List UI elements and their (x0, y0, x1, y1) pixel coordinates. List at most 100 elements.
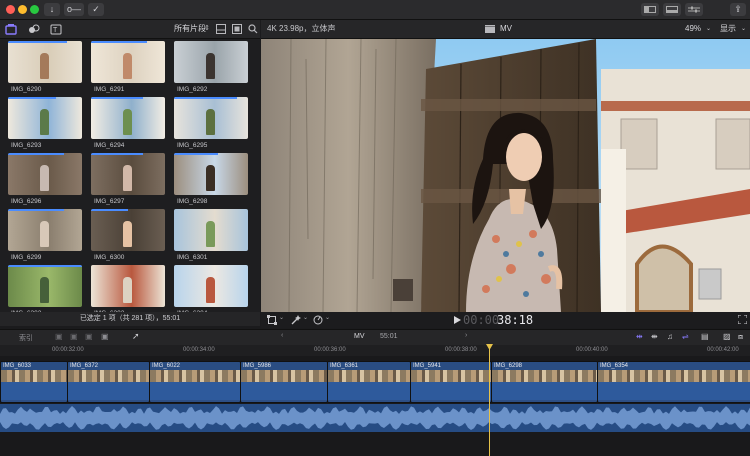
photos-audio-icon[interactable] (28, 23, 40, 35)
chevron-updown-icon[interactable]: ⇕ (204, 20, 210, 38)
transitions-browser-icon[interactable]: ⧈ (738, 332, 743, 342)
clip-thumbnail[interactable] (91, 209, 165, 251)
inspector-toggle[interactable] (685, 3, 703, 16)
browser-clip[interactable]: IMG_6290 (8, 41, 82, 93)
sliders-icon (688, 6, 700, 13)
timeline-clip[interactable]: IMG_6298 (491, 361, 598, 403)
clip-thumbnail[interactable] (91, 153, 165, 195)
layout-browser-toggle[interactable] (641, 3, 659, 16)
effects-browser-icon[interactable]: ▨ (723, 332, 731, 341)
connect-clip-icon[interactable]: ▣ (55, 332, 63, 341)
timeline-area[interactable]: IMG_6033 IMG_6372 IMG_6022 IMG_5986 IMG_… (0, 344, 750, 456)
clip-thumbnail[interactable] (174, 153, 248, 195)
select-tool-icon[interactable]: ➚ (132, 331, 140, 342)
clip-thumbnail[interactable] (91, 265, 165, 307)
clip-thumbnail[interactable] (174, 265, 248, 307)
clip-thumbnail[interactable] (8, 153, 82, 195)
browser-clip[interactable]: IMG_6301 (174, 209, 248, 261)
play-icon[interactable] (454, 316, 461, 324)
ruler-tick-label: 00:00:36:00 (314, 347, 346, 353)
speed-gauge-icon[interactable] (313, 315, 323, 325)
timeline-ruler[interactable]: 00:00:32:00 00:00:34:00 00:00:36:00 00:0… (0, 345, 750, 356)
ruler-tick-label: 00:00:32:00 (52, 347, 84, 353)
clip-thumbnail[interactable] (8, 41, 82, 83)
close-window-button[interactable] (6, 5, 15, 14)
magic-wand-icon[interactable] (291, 315, 301, 325)
usage-bar (174, 153, 219, 155)
chevron-down-icon: ⌄ (279, 315, 285, 321)
timeline-clip[interactable]: IMG_6022 (149, 361, 241, 403)
timeline-project-name[interactable]: MV (354, 333, 365, 340)
browser-clip[interactable]: IMG_6299 (8, 209, 82, 261)
clip-thumbnail[interactable] (8, 97, 82, 139)
snapping-icon[interactable]: ⇌ (682, 332, 689, 341)
titles-generators-icon[interactable]: T (50, 23, 62, 35)
playhead[interactable] (489, 345, 490, 456)
ruler-tick-label: 00:00:38:00 (445, 347, 477, 353)
timeline-clip[interactable]: IMG_5986 (240, 361, 328, 403)
library-icon[interactable] (5, 23, 17, 35)
ruler-tick-label: 00:00:34:00 (183, 347, 215, 353)
clip-appearance-icon[interactable] (216, 24, 226, 34)
clip-thumbnail[interactable] (8, 209, 82, 251)
browser-clip[interactable]: IMG_6295 (174, 97, 248, 149)
share-button[interactable]: ⇪ (730, 3, 746, 16)
browser-clip[interactable]: IMG_6300 (91, 209, 165, 261)
clip-thumbnail[interactable] (174, 97, 248, 139)
audio-waveform-track[interactable] (0, 404, 750, 432)
append-clip-icon[interactable]: ▣ (85, 332, 93, 341)
browser-clip[interactable]: IMG_6291 (91, 41, 165, 93)
fullscreen-icon[interactable] (738, 315, 747, 324)
back-icon[interactable]: ‹ (281, 332, 283, 339)
browser-clip[interactable]: IMG_6302 (8, 265, 82, 312)
timeline-clip[interactable]: IMG_6033 (0, 361, 68, 403)
svg-text:T: T (53, 27, 58, 34)
clip-filter-dropdown[interactable]: 所有片段 (174, 20, 206, 38)
clip-thumbnail[interactable] (91, 97, 165, 139)
browser-clip[interactable]: IMG_6292 (174, 41, 248, 93)
ruler-tick-label: 00:00:42:00 (707, 347, 739, 353)
overwrite-clip-icon[interactable]: ▣ (101, 332, 109, 341)
headphones-icon[interactable]: ♫ (667, 332, 673, 341)
browser-clip[interactable]: IMG_6298 (174, 153, 248, 205)
layout-timeline-toggle[interactable] (663, 3, 681, 16)
keywords-button[interactable]: o— (64, 3, 84, 16)
browser-layout-icon (644, 6, 656, 13)
viewer-toolbar: 4K 23.98p，立体声 MV 49% ⌄ 显示 ⌄ (261, 20, 750, 39)
timeline-clip-label: IMG_6298 (492, 362, 597, 370)
filmstrip-icon[interactable] (232, 24, 242, 34)
key-icon: o— (66, 4, 81, 14)
zoom-dropdown[interactable]: 49% (685, 20, 701, 38)
viewer-frame[interactable] (261, 39, 750, 312)
timeline-clip[interactable]: IMG_6372 (67, 361, 150, 403)
import-button[interactable]: ↓ (44, 3, 60, 16)
transform-icon[interactable] (267, 315, 277, 325)
clip-thumbnail[interactable] (91, 41, 165, 83)
clip-appearance-icon[interactable]: ▤ (701, 332, 709, 341)
browser-clip[interactable]: IMG_6296 (8, 153, 82, 205)
clip-thumbnail[interactable] (174, 209, 248, 251)
insert-clip-icon[interactable]: ▣ (70, 332, 78, 341)
audio-skimming-icon[interactable]: ⇼ (651, 332, 658, 341)
background-tasks-button[interactable]: ✓ (88, 3, 104, 16)
browser-clip[interactable]: IMG_6293 (8, 97, 82, 149)
timeline-clip[interactable]: IMG_6361 (327, 361, 411, 403)
minimize-window-button[interactable] (18, 5, 27, 14)
timeline-clip[interactable]: IMG_5941 (410, 361, 492, 403)
timeline-clip[interactable]: IMG_6354 (597, 361, 750, 403)
timeline-clip-label: IMG_5941 (411, 362, 491, 370)
browser-clip[interactable]: IMG_6303 (91, 265, 165, 312)
forward-icon[interactable]: › (465, 332, 467, 339)
clip-label: IMG_6301 (177, 254, 208, 261)
clip-thumbnail[interactable] (174, 41, 248, 83)
skimming-icon[interactable]: ⇹ (636, 332, 643, 341)
zoom-window-button[interactable] (30, 5, 39, 14)
clip-label: IMG_6298 (177, 198, 208, 205)
browser-clip[interactable]: IMG_6304 (174, 265, 248, 312)
index-button[interactable]: 索引 (19, 333, 33, 343)
display-dropdown[interactable]: 显示 (720, 20, 736, 38)
search-icon[interactable] (248, 24, 258, 34)
clip-thumbnail[interactable] (8, 265, 82, 307)
browser-clip[interactable]: IMG_6297 (91, 153, 165, 205)
browser-clip[interactable]: IMG_6294 (91, 97, 165, 149)
